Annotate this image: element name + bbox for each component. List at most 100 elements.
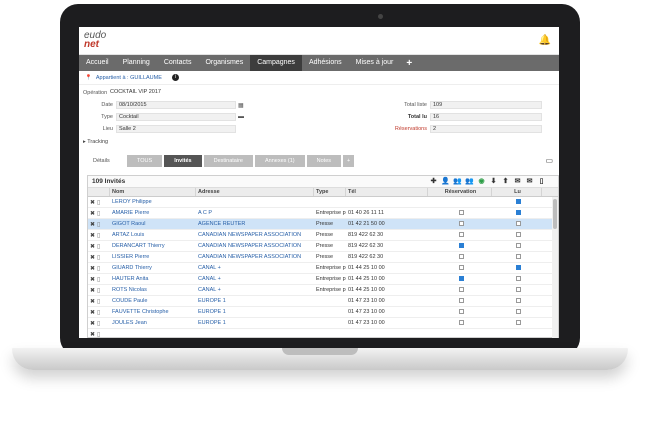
cell-adresse[interactable]: CANAL + (196, 276, 314, 282)
lu-checkbox[interactable] (515, 210, 521, 216)
lieu-input[interactable]: Salle 2 (116, 125, 236, 133)
cell-nom[interactable]: JOULES Jean (110, 320, 196, 326)
tools-icon[interactable]: ✖ (90, 254, 95, 261)
table-row[interactable]: ✖ ▯ DERANCART Thierry CANADIAN NEWSPAPER AS… (88, 241, 558, 252)
lu-checkbox[interactable] (515, 265, 521, 271)
column-header-2[interactable]: Type (314, 188, 346, 196)
tools-icon[interactable]: ✖ (90, 265, 95, 272)
cell-nom[interactable]: GIGOT Raoul (110, 221, 196, 227)
tools-icon[interactable]: ✖ (90, 309, 95, 316)
add-icon[interactable]: ✚ (429, 177, 438, 186)
cell-adresse[interactable]: AGENCE REUTER (196, 221, 314, 227)
cell-nom[interactable]: GIUARD Thierry (110, 265, 196, 271)
column-header-0[interactable]: Nom (110, 188, 196, 196)
nav-item-4[interactable]: Campagnes (250, 55, 302, 71)
cell-adresse[interactable]: EUROPE 1 (196, 298, 314, 304)
folder-icon[interactable]: ▬ (238, 114, 244, 120)
table-row[interactable]: ✖▯HAUTER AnitaCANAL +Entreprise p...01 4… (88, 274, 558, 285)
tab-4[interactable]: Notes (306, 155, 342, 167)
reservation-checkbox[interactable] (458, 309, 464, 315)
nav-item-0[interactable]: Accueil (79, 55, 116, 71)
nav-item-2[interactable]: Contacts (157, 55, 199, 71)
table-row[interactable]: ✖ ▯ (88, 329, 558, 338)
reservation-checkbox[interactable] (458, 276, 464, 282)
tab-1[interactable]: Invités (164, 155, 202, 167)
lu-checkbox[interactable] (515, 309, 521, 315)
tools-icon[interactable]: ✖ (90, 276, 95, 283)
tools-icon[interactable]: ✖ (90, 331, 95, 338)
users-icon[interactable]: 👥 (465, 177, 474, 186)
nav-item-3[interactable]: Organismes (198, 55, 250, 71)
cell-adresse[interactable]: EUROPE 1 (196, 309, 314, 315)
document-icon[interactable]: ▯ (97, 331, 100, 338)
cell-nom[interactable]: ROTS Nicolas (110, 287, 196, 293)
type-select[interactable]: Cocktail (116, 113, 236, 121)
tools-icon[interactable]: ✖ (90, 320, 95, 327)
table-row[interactable]: ✖ ▯ COUDE Paule EUROPE 1 01 47 23 10 00 (88, 296, 558, 307)
document-icon[interactable]: ▯ (537, 177, 546, 186)
table-row[interactable]: ✖▯ROTS NicolasCANAL +Entreprise p...01 4… (88, 285, 558, 296)
table-row[interactable]: ✖ ▯ LEROY Philippe (88, 197, 558, 208)
lu-checkbox[interactable] (515, 254, 521, 260)
lu-checkbox[interactable] (515, 320, 521, 326)
table-row[interactable]: ✖▯AMARIE PierreA C PEntreprise p...01 40… (88, 208, 558, 219)
cell-adresse[interactable]: EUROPE 1 (196, 320, 314, 326)
screen-icon[interactable]: ▭ (545, 156, 553, 165)
upload-icon[interactable]: ⬆ (501, 177, 510, 186)
reservation-checkbox[interactable] (458, 210, 464, 216)
document-icon[interactable]: ▯ (97, 210, 100, 217)
tools-icon[interactable]: ✖ (90, 243, 95, 250)
lu-checkbox[interactable] (515, 287, 521, 293)
reservation-checkbox[interactable] (458, 232, 464, 238)
document-icon[interactable]: ▯ (97, 309, 100, 316)
reservation-checkbox[interactable] (458, 298, 464, 304)
cell-adresse[interactable]: CANAL + (196, 287, 314, 293)
tools-icon[interactable]: ✖ (90, 298, 95, 305)
reservation-checkbox[interactable] (458, 287, 464, 293)
cell-nom[interactable]: DERANCART Thierry (110, 243, 196, 249)
column-header-5[interactable]: Lu (492, 188, 542, 196)
column-header-4[interactable]: Réservation (428, 188, 492, 196)
cell-nom[interactable]: ARTAZ Louis (110, 232, 196, 238)
cell-nom[interactable]: COUDE Paule (110, 298, 196, 304)
scrollbar-thumb[interactable] (553, 199, 557, 229)
reservation-checkbox[interactable] (458, 320, 464, 326)
cell-nom[interactable]: LISSIER Pierre (110, 254, 196, 260)
info-icon[interactable]: i (171, 74, 179, 81)
table-row[interactable]: ✖ ▯ ARTAZ Louis CANADIAN NEWSPAPER ASSOCIAT… (88, 230, 558, 241)
document-icon[interactable]: ▯ (97, 232, 100, 239)
lu-checkbox[interactable] (515, 232, 521, 238)
tab-0[interactable]: TOUS (127, 155, 163, 167)
document-icon[interactable]: ▯ (97, 243, 100, 250)
tab-3[interactable]: Annexes (1) (254, 155, 305, 167)
calendar-icon[interactable]: ▦ (238, 102, 244, 109)
tools-icon[interactable]: ✖ (90, 210, 95, 217)
document-icon[interactable]: ▯ (97, 221, 100, 228)
tracking-toggle[interactable]: ▸ Tracking (83, 139, 108, 145)
cell-adresse[interactable]: CANAL + (196, 265, 314, 271)
date-input[interactable]: 08/10/2015 (116, 101, 236, 109)
download-icon[interactable]: ⬇ (489, 177, 498, 186)
nav-item-5[interactable]: Adhésions (302, 55, 349, 71)
cell-nom[interactable]: HAUTER Anita (110, 276, 196, 282)
reservation-checkbox[interactable] (458, 265, 464, 271)
document-icon[interactable]: ▯ (97, 320, 100, 327)
tools-icon[interactable]: ✖ (90, 232, 95, 239)
tools-icon[interactable]: ✖ (90, 287, 95, 294)
document-icon[interactable]: ▯ (97, 298, 100, 305)
lu-checkbox[interactable] (515, 298, 521, 304)
cell-adresse[interactable]: A C P (196, 210, 314, 216)
lu-checkbox[interactable] (515, 243, 521, 249)
lu-checkbox[interactable] (515, 199, 521, 205)
tab-2[interactable]: Destinataire (203, 155, 253, 167)
column-header-1[interactable]: Adresse (196, 188, 314, 196)
users-icon[interactable]: 👥 (453, 177, 462, 186)
nav-item-1[interactable]: Planning (116, 55, 157, 71)
cell-adresse[interactable]: CANADIAN NEWSPAPER ASSOCIATION (196, 232, 314, 238)
app-logo[interactable]: eudo net (84, 31, 106, 50)
cell-nom[interactable]: LEROY Philippe (110, 199, 196, 205)
table-row[interactable]: ✖ ▯ LISSIER Pierre CANADIAN NEWSPAPER ASSOC… (88, 252, 558, 263)
tab-5[interactable]: + (343, 155, 355, 167)
mail-icon[interactable]: ✉ (525, 177, 534, 186)
cell-adresse[interactable]: CANADIAN NEWSPAPER ASSOCIATION (196, 243, 314, 249)
